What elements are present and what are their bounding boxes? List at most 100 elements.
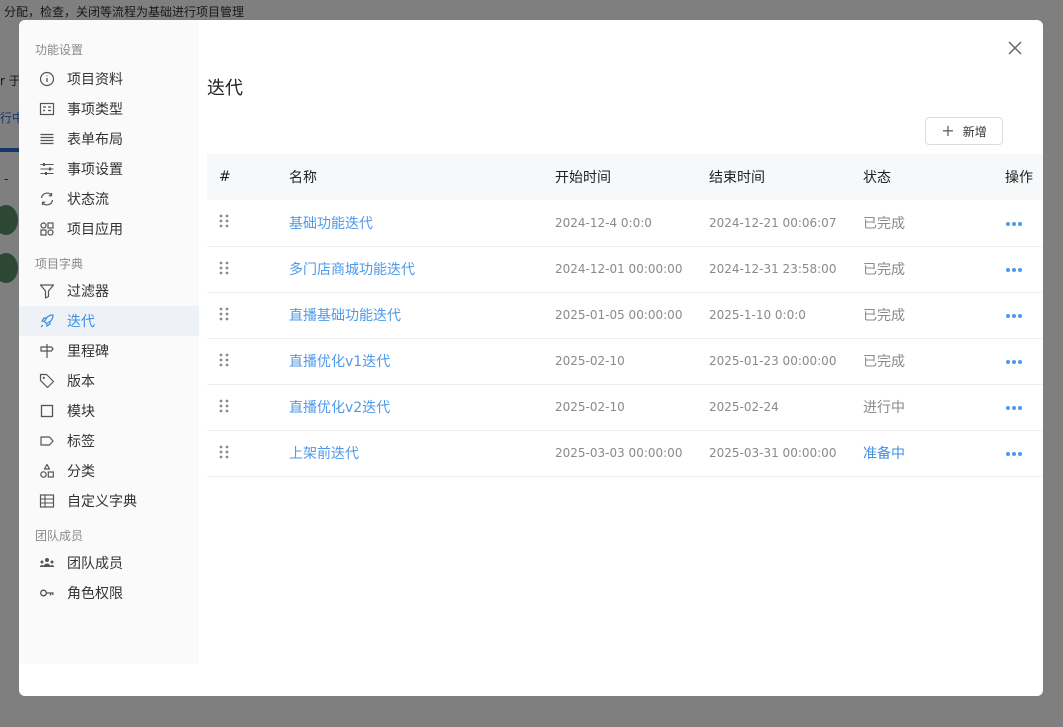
sidebar-item-label: 自定义字典 (67, 494, 137, 510)
sidebar-item-custom-dictionary[interactable]: 自定义字典 (19, 486, 199, 516)
iteration-content: 迭代 + 新增 # 名称 开始时间 结束时间 状态 操作 基础功能迭代 2024… (207, 20, 1043, 696)
start-time: 2025-01-05 00:00:00 (555, 308, 683, 322)
add-iteration-button[interactable]: + 新增 (925, 117, 1003, 145)
apps-icon (39, 221, 55, 237)
drag-handle-icon[interactable] (219, 261, 229, 275)
status-text: 已完成 (863, 215, 905, 232)
sidebar-item-versions[interactable]: 版本 (19, 366, 199, 396)
sidebar-item-label: 状态流 (67, 192, 109, 208)
sidebar-group-title: 项目字典 (35, 257, 84, 271)
sidebar-item-label: 里程碑 (67, 344, 109, 360)
sidebar-item-label: 过滤器 (67, 284, 109, 300)
sidebar-item-modules[interactable]: 模块 (19, 396, 199, 426)
column-header-start[interactable]: 开始时间 (554, 154, 708, 200)
table-row: 直播优化v1迭代 2025-02-10 2025-01-23 00:00:00 … (207, 338, 1043, 384)
sidebar-item-task-settings[interactable]: 事项设置 (19, 154, 199, 184)
sidebar-group-title: 团队成员 (35, 529, 84, 543)
iteration-name-link[interactable]: 直播优化v1迭代 (289, 354, 390, 370)
end-time: 2025-03-31 00:00:00 (709, 446, 837, 460)
start-time: 2025-02-10 (555, 400, 625, 414)
status-text: 准备中 (863, 446, 905, 462)
sidebar-item-iterations[interactable]: 迭代 (19, 306, 199, 336)
project-settings-modal: 功能设置 项目资料 事项类型 表单布局 事项设置 状态流 项目应用 项目字典 过… (19, 20, 1043, 696)
page-title: 迭代 (207, 78, 243, 99)
sidebar-item-label: 事项类型 (67, 102, 123, 118)
status-text: 已完成 (863, 262, 905, 278)
plus-icon: + (941, 121, 955, 140)
sidebar-item-label: 事项设置 (67, 162, 123, 178)
drag-handle-icon[interactable] (219, 214, 229, 228)
sidebar-group-title: 功能设置 (35, 43, 84, 57)
iteration-name-link[interactable]: 基础功能迭代 (289, 216, 373, 232)
iteration-name-link[interactable]: 上架前迭代 (289, 446, 359, 462)
sidebar-item-labels[interactable]: 标签 (19, 426, 199, 456)
table-row: 上架前迭代 2025-03-03 00:00:00 2025-03-31 00:… (207, 430, 1043, 476)
column-header-end[interactable]: 结束时间 (708, 154, 862, 200)
more-actions-icon[interactable] (1005, 359, 1023, 365)
drag-handle-icon[interactable] (219, 399, 229, 413)
sidebar-item-team-members[interactable]: 团队成员 (19, 548, 199, 578)
end-time: 2025-1-10 0:0:0 (709, 308, 806, 322)
sidebar-item-label: 分类 (67, 464, 95, 480)
sidebar-item-label: 迭代 (67, 314, 95, 330)
add-button-label: 新增 (962, 124, 987, 139)
table-row: 基础功能迭代 2024-12-4 0:0:0 2024-12-21 00:06:… (207, 200, 1043, 246)
more-actions-icon[interactable] (1005, 221, 1023, 227)
end-time: 2024-12-21 00:06:07 (709, 215, 837, 230)
sidebar-item-label: 模块 (67, 404, 95, 420)
end-time: 2025-01-23 00:00:00 (709, 354, 837, 368)
tag-icon (39, 373, 55, 389)
signpost-icon (39, 343, 55, 359)
drag-handle-icon[interactable] (219, 353, 229, 367)
refresh-arrows-icon (39, 191, 55, 207)
iteration-table: # 名称 开始时间 结束时间 状态 操作 基础功能迭代 2024-12-4 0:… (207, 154, 1043, 477)
iteration-name-link[interactable]: 多门店商城功能迭代 (289, 262, 415, 278)
table-row: 直播优化v2迭代 2025-02-10 2025-02-24 进行中 (207, 384, 1043, 430)
status-text: 已完成 (863, 308, 905, 324)
status-text: 进行中 (863, 400, 905, 416)
sidebar-item-label: 项目资料 (67, 72, 123, 88)
form-layout-icon (39, 131, 55, 147)
more-actions-icon[interactable] (1005, 405, 1023, 411)
sidebar-item-form-layout[interactable]: 表单布局 (19, 124, 199, 154)
more-actions-icon[interactable] (1005, 267, 1023, 273)
filter-icon (39, 283, 55, 299)
drag-handle-icon[interactable] (219, 307, 229, 321)
column-header-name[interactable]: 名称 (288, 154, 554, 200)
sidebar-item-label: 团队成员 (67, 556, 123, 572)
sidebar-item-task-types[interactable]: 事项类型 (19, 94, 199, 124)
start-time: 2024-12-01 00:00:00 (555, 262, 683, 276)
sidebar-item-label: 标签 (67, 434, 95, 450)
sidebar-item-project-info[interactable]: 项目资料 (19, 64, 199, 94)
iteration-name-link[interactable]: 直播优化v2迭代 (289, 400, 390, 416)
start-time: 2024-12-4 0:0:0 (555, 215, 652, 230)
sidebar-item-project-apps[interactable]: 项目应用 (19, 214, 199, 244)
key-icon (39, 585, 55, 601)
sidebar-item-label: 项目应用 (67, 222, 123, 238)
sidebar-item-filters[interactable]: 过滤器 (19, 276, 199, 306)
column-header-status[interactable]: 状态 (862, 154, 1004, 200)
status-text: 已完成 (863, 354, 905, 370)
sidebar-item-categories[interactable]: 分类 (19, 456, 199, 486)
end-time: 2024-12-31 23:58:00 (709, 262, 837, 276)
sliders-icon (39, 161, 55, 177)
square-icon (39, 403, 55, 419)
rocket-icon (39, 313, 55, 329)
sidebar-item-label: 表单布局 (67, 132, 123, 148)
sidebar-item-label: 版本 (67, 374, 95, 390)
iteration-name-link[interactable]: 直播基础功能迭代 (289, 308, 401, 324)
sidebar-item-role-permissions[interactable]: 角色权限 (19, 578, 199, 608)
task-type-icon (39, 101, 55, 117)
settings-sidebar: 功能设置 项目资料 事项类型 表单布局 事项设置 状态流 项目应用 项目字典 过… (19, 20, 199, 664)
drag-handle-icon[interactable] (219, 445, 229, 459)
sidebar-item-status-flow[interactable]: 状态流 (19, 184, 199, 214)
more-actions-icon[interactable] (1005, 451, 1023, 457)
sidebar-item-milestones[interactable]: 里程碑 (19, 336, 199, 366)
table-icon (39, 493, 55, 509)
info-circle-icon (39, 71, 55, 87)
end-time: 2025-02-24 (709, 400, 779, 414)
sidebar-item-label: 角色权限 (67, 586, 123, 602)
more-actions-icon[interactable] (1005, 313, 1023, 319)
label-icon (39, 433, 55, 449)
shapes-icon (39, 463, 55, 479)
